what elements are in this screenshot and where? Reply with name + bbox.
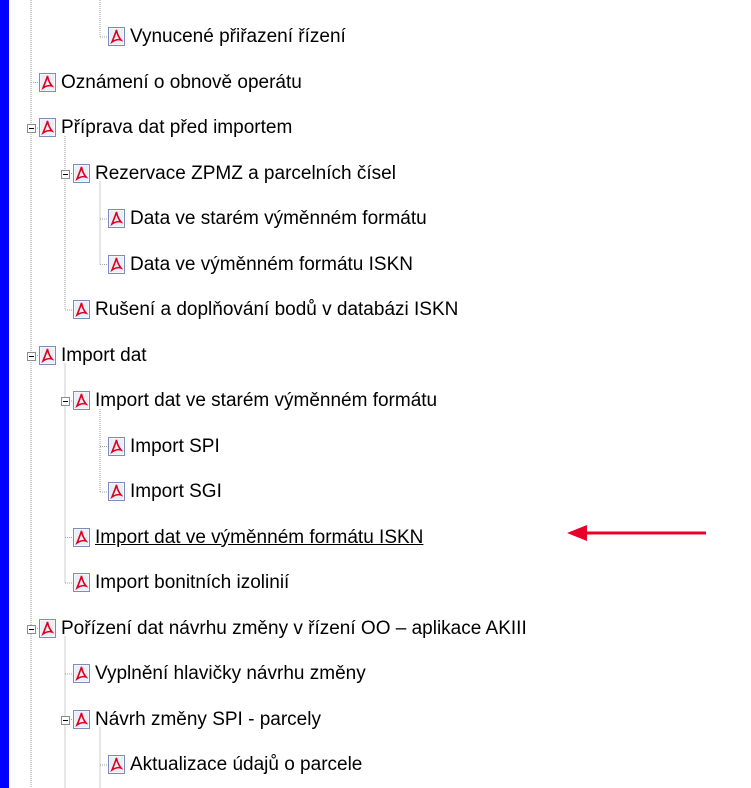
highlight-arrow <box>567 525 706 541</box>
arrow-icon <box>567 525 587 541</box>
tree-panel: Vynucené přiřazení řízení Oznámení o obno… <box>9 0 751 788</box>
